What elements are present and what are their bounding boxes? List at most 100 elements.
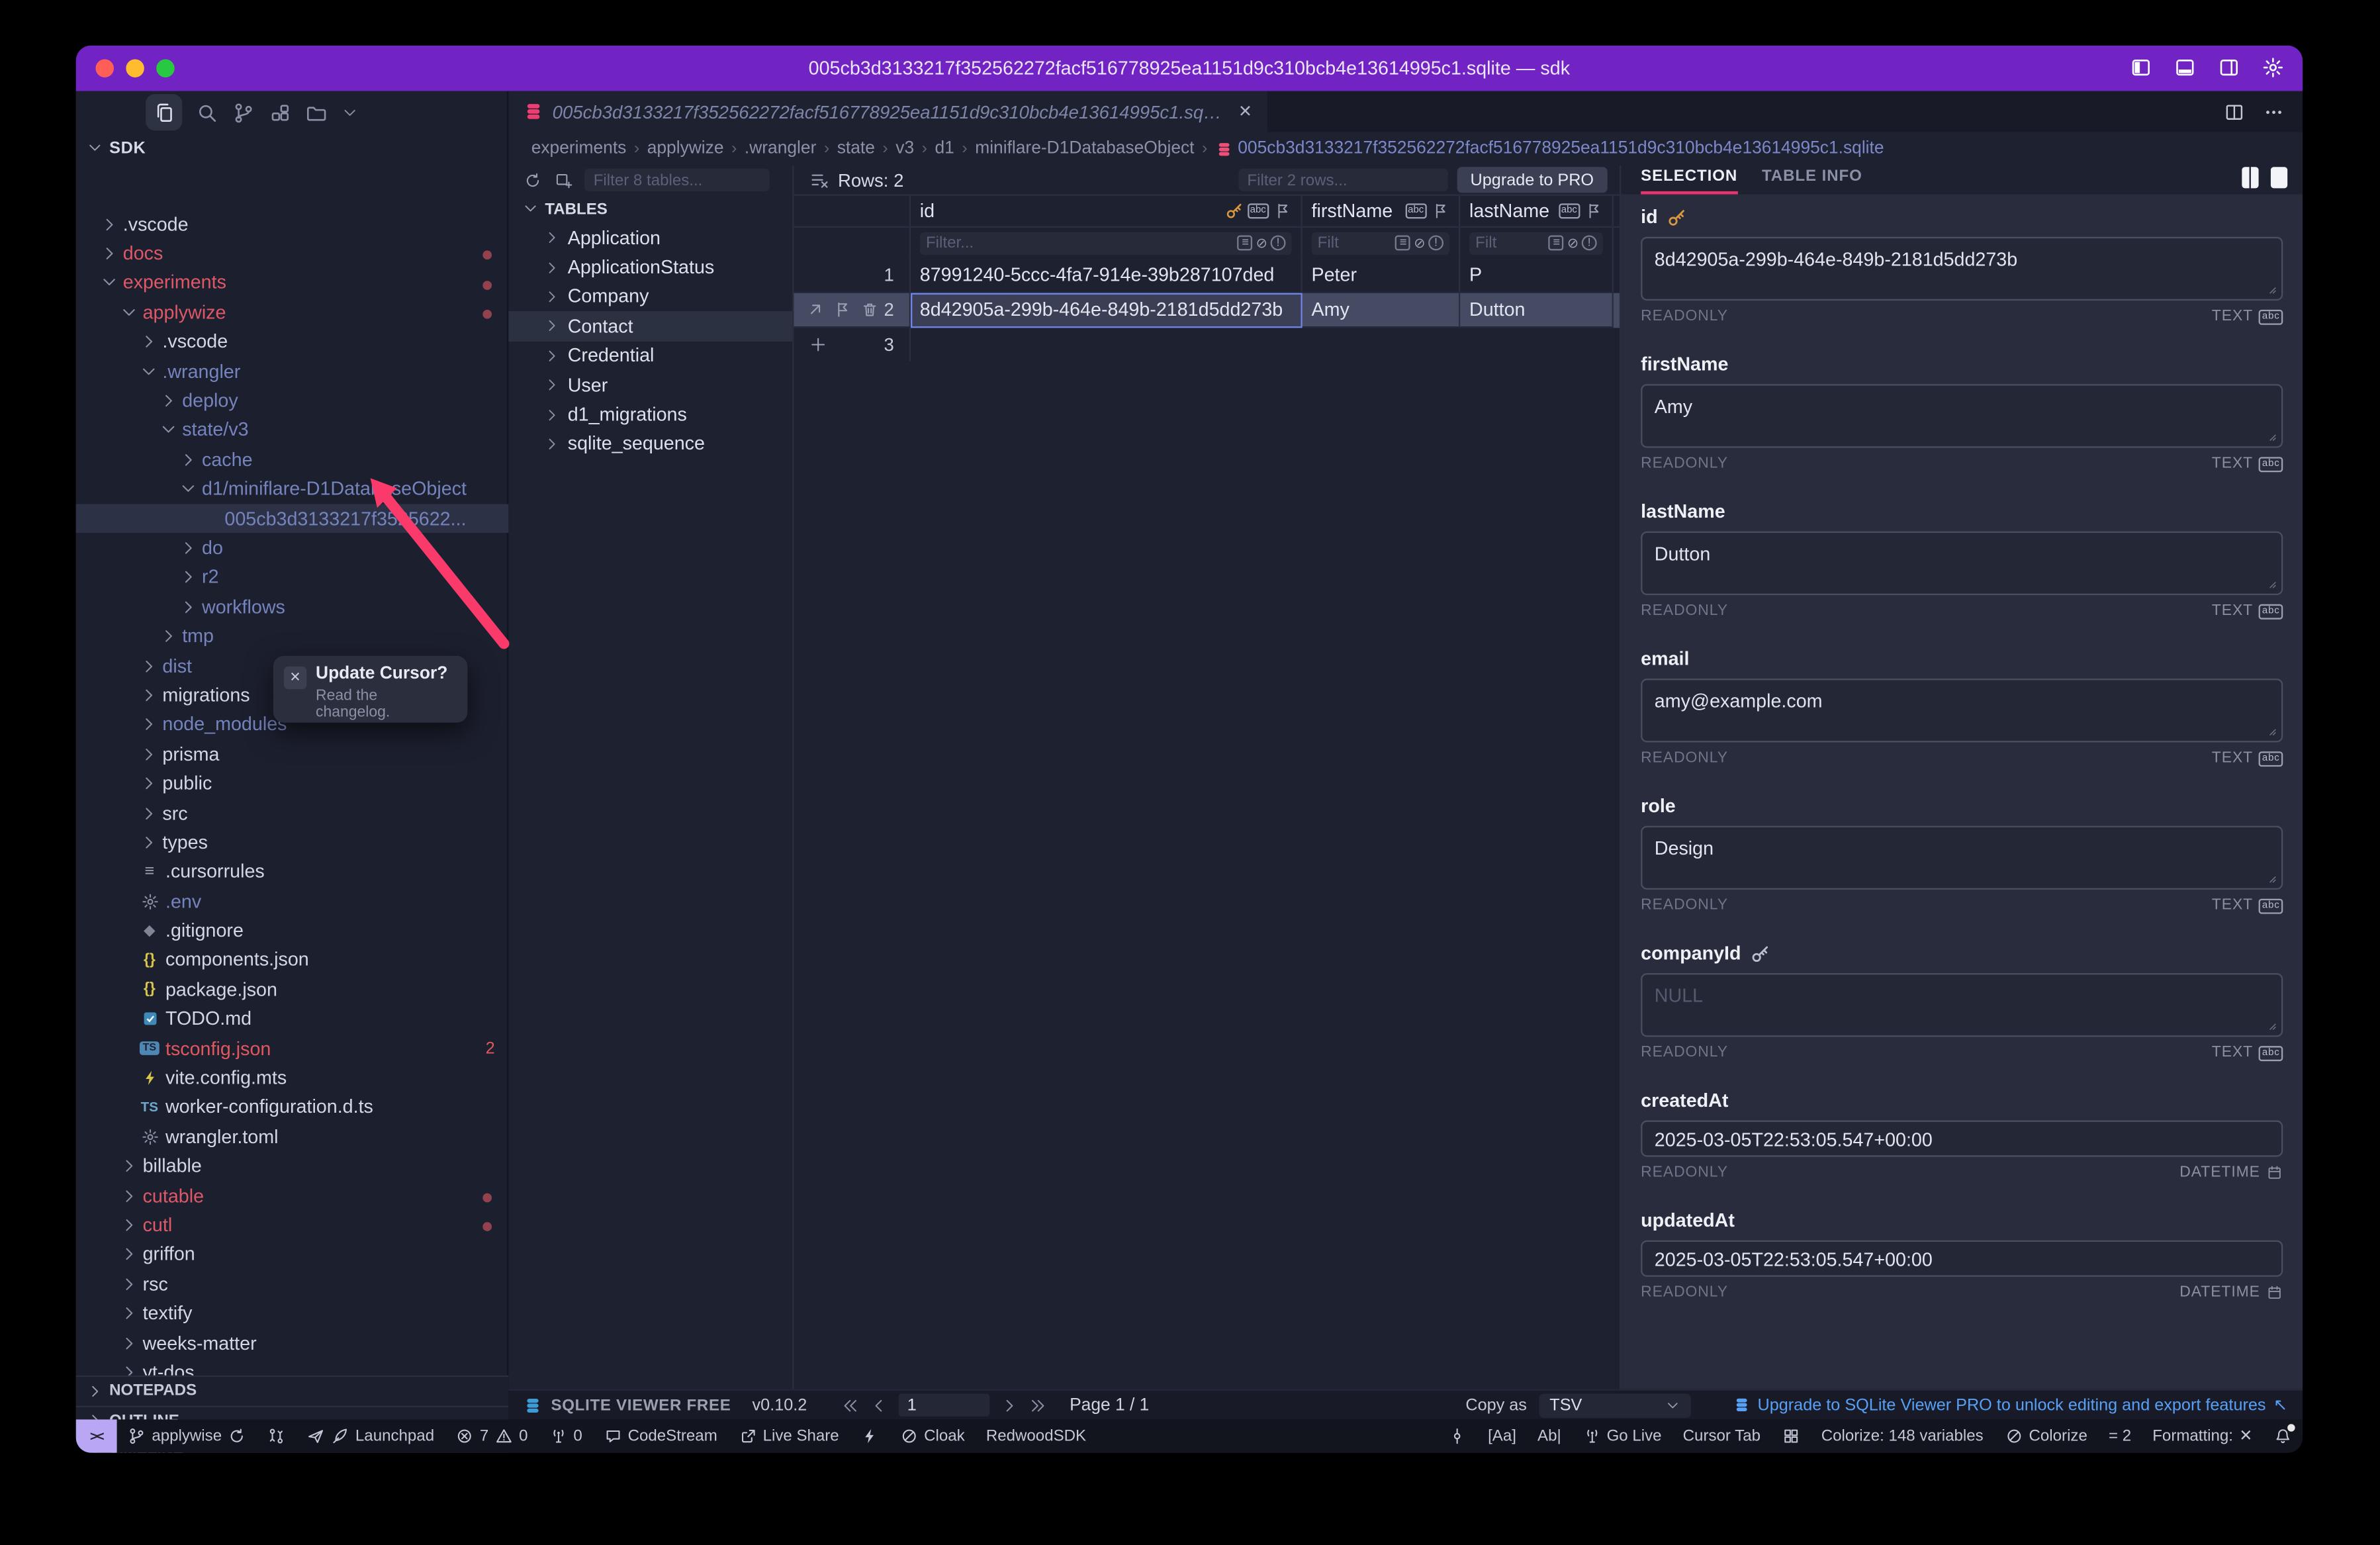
tree-item-worker-configuration-d-ts[interactable]: TSworker-configuration.d.ts bbox=[76, 1093, 509, 1122]
status-git-compare[interactable] bbox=[257, 1419, 297, 1452]
tree-item-weeks-matter[interactable]: weeks-matter bbox=[76, 1328, 509, 1357]
source-control-icon[interactable] bbox=[232, 101, 255, 124]
inspector-tab-selection[interactable]: SELECTION bbox=[1641, 167, 1737, 194]
tree-item-005cb3d3133217f3525622-[interactable]: 005cb3d3133217f3525622... bbox=[76, 504, 509, 533]
table-item-company[interactable]: Company bbox=[508, 282, 792, 311]
tree-item-rsc[interactable]: rsc bbox=[76, 1269, 509, 1298]
sidebar-section-notepads[interactable]: NOTEPADS bbox=[76, 1376, 509, 1405]
breadcrumb-item-state[interactable]: state bbox=[837, 140, 875, 158]
upgrade-to-pro-button[interactable]: Upgrade to PRO bbox=[1457, 167, 1608, 193]
tree-item-cache[interactable]: cache bbox=[76, 445, 509, 474]
toggle-panel-icon[interactable] bbox=[2174, 56, 2196, 79]
filter-null-icon[interactable]: ! bbox=[1582, 235, 1597, 250]
table-item-d1_migrations[interactable]: d1_migrations bbox=[508, 400, 792, 429]
copy-format-select[interactable]: TSV bbox=[1539, 1393, 1690, 1417]
tree-item-src[interactable]: src bbox=[76, 798, 509, 827]
last-page-icon[interactable] bbox=[1029, 1396, 1047, 1415]
zoom-window-button[interactable] bbox=[156, 59, 175, 77]
table-item-sqlite_sequence[interactable]: sqlite_sequence bbox=[508, 429, 792, 458]
tree-item--vscode[interactable]: .vscode bbox=[76, 209, 509, 238]
filter-mode-icon[interactable]: ≡ bbox=[1238, 235, 1253, 250]
tree-item-experiments[interactable]: experiments bbox=[76, 268, 509, 297]
tree-item-prisma[interactable]: prisma bbox=[76, 739, 509, 769]
cell-lastname[interactable]: Dutton bbox=[1460, 293, 1614, 328]
resize-handle-icon[interactable] bbox=[2265, 577, 2279, 590]
tree-item-tmp[interactable]: tmp bbox=[76, 622, 509, 651]
tree-item-package-json[interactable]: {}package.json bbox=[76, 975, 509, 1004]
chevron-down-icon[interactable] bbox=[342, 104, 358, 120]
folder-icon[interactable] bbox=[305, 101, 328, 124]
tree-item--wrangler[interactable]: .wrangler bbox=[76, 357, 509, 386]
tree-item-textify[interactable]: textify bbox=[76, 1299, 509, 1328]
filter-mode-icon[interactable]: ≡ bbox=[1549, 235, 1564, 250]
editor-layout-icon[interactable] bbox=[269, 101, 291, 124]
hide-rows-icon[interactable] bbox=[809, 170, 829, 190]
tree-item-r2[interactable]: r2 bbox=[76, 563, 509, 592]
status-git-commit[interactable] bbox=[1438, 1419, 1477, 1452]
filter-input[interactable]: Filt ≡⊘! bbox=[1469, 232, 1603, 254]
refresh-icon[interactable] bbox=[524, 171, 542, 189]
filter-not-icon[interactable]: ⊘ bbox=[1567, 234, 1579, 251]
status-whole-word[interactable]: Ab| bbox=[1527, 1419, 1572, 1452]
field-input[interactable]: amy@example.com bbox=[1641, 679, 2283, 742]
column-header-lastname[interactable]: lastName abc bbox=[1460, 196, 1614, 226]
status-cursor-tab[interactable]: Cursor Tab bbox=[1672, 1419, 1771, 1452]
tree-item-billable[interactable]: billable bbox=[76, 1152, 509, 1181]
filter-input[interactable]: Filter... ≡⊘! bbox=[920, 232, 1292, 254]
close-tab-icon[interactable]: ✕ bbox=[1238, 102, 1252, 122]
table-row[interactable]: 28d42905a-299b-464e-849b-2181d5dd273bAmy… bbox=[794, 293, 1620, 328]
resize-handle-icon[interactable] bbox=[2265, 724, 2279, 738]
cell-firstname[interactable]: Amy bbox=[1303, 293, 1461, 328]
column-filter-lastname[interactable]: Filt ≡⊘! bbox=[1460, 228, 1614, 258]
column-header-id[interactable]: id abc bbox=[911, 196, 1303, 226]
resize-handle-icon[interactable] bbox=[2265, 430, 2279, 444]
breadcrumb-file[interactable]: 005cb3d3133217f352562272facf516778925ea1… bbox=[1215, 140, 1884, 158]
status-cloak[interactable]: Cloak bbox=[889, 1419, 975, 1452]
cell-id[interactable]: 8d42905a-299b-464e-849b-2181d5dd273b bbox=[911, 293, 1303, 328]
first-page-icon[interactable] bbox=[841, 1396, 859, 1415]
tree-item-todo-md[interactable]: TODO.md bbox=[76, 1004, 509, 1033]
new-table-icon[interactable] bbox=[554, 171, 572, 189]
more-actions-icon[interactable] bbox=[2263, 101, 2284, 122]
field-input[interactable]: Design bbox=[1641, 826, 2283, 890]
split-editor-icon[interactable] bbox=[2224, 101, 2245, 122]
status-colorize[interactable]: Colorize bbox=[1994, 1419, 2098, 1452]
status-match-case[interactable]: [Aa] bbox=[1477, 1419, 1527, 1452]
filter-null-icon[interactable]: ! bbox=[1428, 235, 1443, 250]
breadcrumb-item-miniflare-d1databaseobject[interactable]: miniflare-D1DatabaseObject bbox=[975, 140, 1194, 158]
column-header-firstname[interactable]: firstName abc bbox=[1303, 196, 1461, 226]
tree-item-workflows[interactable]: workflows bbox=[76, 592, 509, 622]
status-live-share[interactable]: Live Share bbox=[728, 1419, 850, 1452]
field-input[interactable]: 8d42905a-299b-464e-849b-2181d5dd273b bbox=[1641, 237, 2283, 301]
table-row[interactable]: 187991240-5ccc-4fa7-914e-39b287107dedPet… bbox=[794, 258, 1620, 293]
tab-sqlite-file[interactable]: 005cb3d3133217f352562272facf516778925ea1… bbox=[508, 91, 1267, 132]
status-colorize-vars[interactable]: Colorize: 148 variables bbox=[1811, 1419, 1994, 1452]
files-icon[interactable] bbox=[146, 94, 182, 130]
filter-mode-icon[interactable]: ≡ bbox=[1396, 235, 1411, 250]
filter-not-icon[interactable]: ⊘ bbox=[1256, 234, 1267, 251]
tree-item-d1-miniflare-d1databaseobject[interactable]: d1/miniflare-D1DatabaseObject bbox=[76, 475, 509, 504]
minimize-window-button[interactable] bbox=[126, 59, 144, 77]
filter-tables-input[interactable] bbox=[584, 169, 770, 191]
toggle-sidebar-left-icon[interactable] bbox=[2130, 56, 2152, 79]
tree-item-griffon[interactable]: griffon bbox=[76, 1240, 509, 1269]
status-redwood-sdk[interactable]: RedwoodSDK bbox=[976, 1419, 1097, 1452]
remote-indicator[interactable]: >< bbox=[76, 1419, 117, 1452]
tree-item-docs[interactable]: docs bbox=[76, 239, 509, 268]
prev-page-icon[interactable] bbox=[869, 1396, 888, 1415]
tree-item-deploy[interactable]: deploy bbox=[76, 386, 509, 415]
add-row-icon[interactable] bbox=[809, 336, 827, 354]
table-item-application[interactable]: Application bbox=[508, 223, 792, 252]
field-input[interactable]: NULL bbox=[1641, 973, 2283, 1037]
status-problems[interactable]: 70 bbox=[445, 1419, 538, 1452]
tree-item-cutable[interactable]: cutable bbox=[76, 1181, 509, 1210]
tree-item-vite-config-mts[interactable]: vite.config.mts bbox=[76, 1063, 509, 1092]
filter-null-icon[interactable]: ! bbox=[1271, 235, 1286, 250]
status-formatting[interactable]: Formatting:✕ bbox=[2142, 1419, 2263, 1452]
status-go-live[interactable]: Go Live bbox=[1572, 1419, 1672, 1452]
breadcrumb-item-d1[interactable]: d1 bbox=[935, 140, 954, 158]
expand-panel-icon[interactable] bbox=[2271, 167, 2287, 188]
resize-handle-icon[interactable] bbox=[2265, 1019, 2279, 1033]
cell-lastname[interactable]: P bbox=[1460, 258, 1614, 293]
breadcrumb-item-v3[interactable]: v3 bbox=[895, 140, 914, 158]
